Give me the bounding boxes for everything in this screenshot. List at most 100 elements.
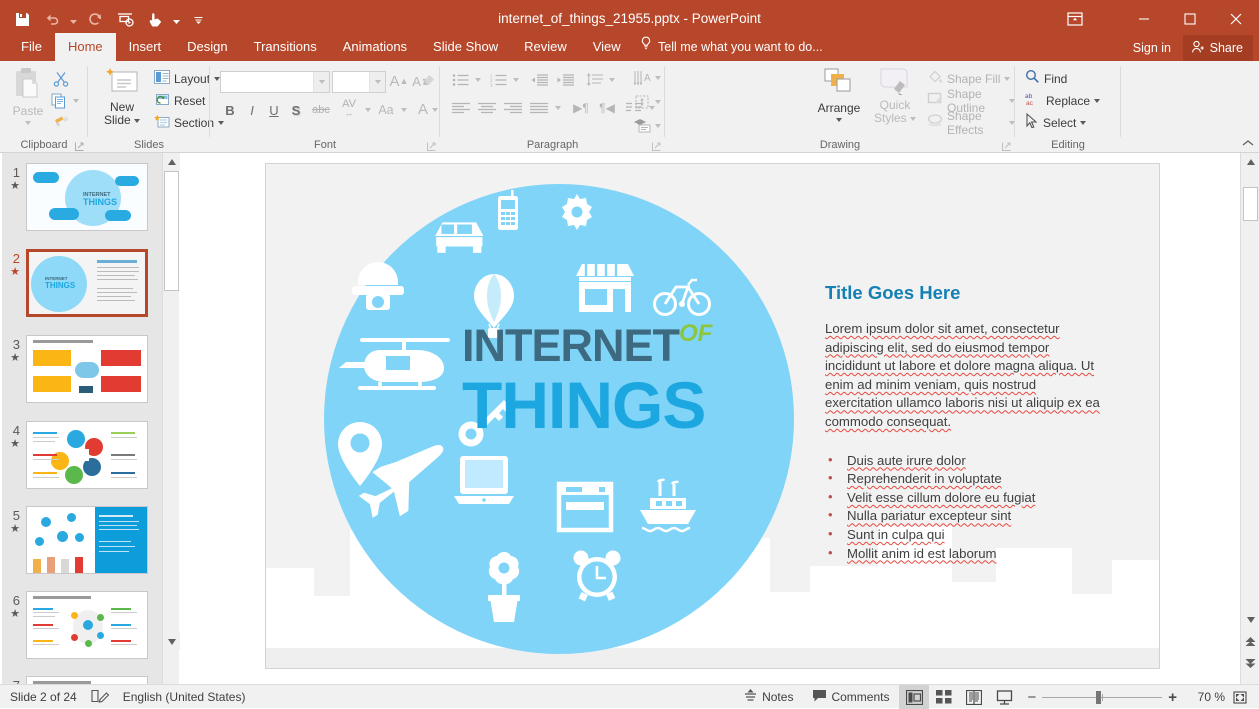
touch-mode-dropdown-icon[interactable] [171, 5, 182, 33]
normal-view-button[interactable] [899, 685, 929, 709]
text-direction-dropdown-icon[interactable] [652, 67, 664, 89]
reset-button[interactable]: Reset [154, 90, 205, 112]
drawing-dialog-launcher[interactable] [1001, 139, 1012, 150]
bullets-icon[interactable] [448, 69, 472, 91]
clipboard-dialog-launcher[interactable] [74, 139, 85, 150]
thumbpane-scroll-down-icon[interactable] [163, 633, 180, 650]
slide-thumbnail-pane[interactable]: 1 ★ INTERNET THINGS 2 ★ [2, 153, 162, 684]
arrange-dropdown-icon[interactable] [836, 118, 842, 122]
slide-vertical-scrollbar[interactable] [1240, 153, 1259, 684]
language-indicator[interactable]: English (United States) [123, 690, 246, 704]
bullet-item[interactable]: Mollit anim id est laborum [825, 545, 1105, 564]
spellcheck-icon[interactable] [91, 689, 109, 706]
tab-transitions[interactable]: Transitions [241, 33, 330, 61]
find-button[interactable]: Find [1025, 68, 1067, 90]
format-painter-icon[interactable] [48, 112, 74, 134]
tab-review[interactable]: Review [511, 33, 580, 61]
arrange-button[interactable]: Arrange [811, 67, 867, 122]
tab-file[interactable]: File [8, 33, 55, 61]
character-spacing-dropdown-icon[interactable] [362, 99, 374, 121]
bullet-item[interactable]: Duis aute irure dolor [825, 452, 1105, 471]
fit-to-window-button[interactable] [1225, 685, 1255, 709]
slide-text-placeholder[interactable]: Title Goes Here Lorem ipsum dolor sit am… [825, 282, 1105, 563]
strikethrough-button[interactable]: abc [308, 99, 334, 121]
bullet-item[interactable]: Reprehenderit in voluptate [825, 470, 1105, 489]
tab-home[interactable]: Home [55, 33, 116, 61]
font-size-dropdown-icon[interactable] [369, 72, 385, 92]
paste-dropdown-icon[interactable] [25, 121, 31, 125]
thumbnail-slide-4[interactable]: 4 ★ [2, 421, 162, 489]
slide-counter[interactable]: Slide 2 of 24 [10, 690, 77, 704]
zoom-slider[interactable]: − + [1019, 689, 1185, 706]
line-spacing-icon[interactable] [582, 69, 606, 91]
new-slide-button[interactable]: New Slide [96, 67, 148, 127]
increase-indent-icon[interactable] [552, 69, 578, 91]
bullet-item[interactable]: Nulla pariatur excepteur sint [825, 507, 1105, 526]
slide-body-text[interactable]: Lorem ipsum dolor sit amet, consectetur … [825, 320, 1105, 432]
bullet-item[interactable]: Velit esse cillum dolore eu fugiat [825, 489, 1105, 508]
replace-button[interactable]: abac Replace [1025, 90, 1100, 112]
paragraph-dialog-launcher[interactable] [651, 139, 662, 150]
decrease-indent-icon[interactable] [526, 69, 552, 91]
bullet-item[interactable]: Sunt in culpa qui [825, 526, 1105, 545]
replace-dropdown-icon[interactable] [1094, 99, 1100, 103]
italic-button[interactable]: I [242, 99, 262, 121]
numbering-icon[interactable]: 123 [486, 69, 510, 91]
zoom-knob[interactable] [1096, 691, 1101, 704]
redo-icon[interactable] [81, 5, 109, 33]
notes-button[interactable]: Notes [734, 685, 803, 709]
align-text-dropdown-icon[interactable] [652, 91, 664, 113]
thumbpane-scroll-thumb[interactable] [164, 171, 179, 291]
share-button[interactable]: Share [1183, 35, 1253, 61]
copy-dropdown-icon[interactable] [70, 90, 82, 112]
ribbon-display-options-icon[interactable] [1057, 4, 1093, 34]
scroll-up-icon[interactable] [1241, 153, 1259, 170]
tab-slide-show[interactable]: Slide Show [420, 33, 511, 61]
shape-effects-button[interactable]: Shape Effects [927, 112, 1015, 134]
bullets-dropdown-icon[interactable] [472, 69, 484, 91]
align-left-icon[interactable] [448, 97, 474, 119]
slide-title-text[interactable]: Title Goes Here [825, 282, 1105, 304]
clear-formatting-icon[interactable] [418, 69, 438, 93]
select-button[interactable]: Select [1025, 112, 1086, 134]
close-icon[interactable] [1213, 4, 1259, 34]
tab-insert[interactable]: Insert [116, 33, 175, 61]
current-slide[interactable]: INTERNETOF THINGS Title Goes Here Lorem … [265, 163, 1160, 669]
reading-view-button[interactable] [959, 685, 989, 709]
restore-icon[interactable] [1167, 4, 1213, 34]
tab-view[interactable]: View [580, 33, 634, 61]
collapse-ribbon-icon[interactable] [1241, 136, 1255, 150]
thumbnail-pane-scrollbar[interactable] [162, 153, 179, 684]
justify-dropdown-icon[interactable] [552, 97, 564, 119]
numbering-dropdown-icon[interactable] [510, 69, 522, 91]
tab-animations[interactable]: Animations [330, 33, 420, 61]
change-case-button[interactable]: Aa [374, 99, 398, 121]
sign-in-button[interactable]: Sign in [1133, 37, 1171, 59]
customize-quick-access-toolbar-icon[interactable] [184, 5, 212, 33]
slide-bullet-list[interactable]: Duis aute irure dolor Reprehenderit in v… [825, 452, 1105, 564]
slide-sorter-view-button[interactable] [929, 685, 959, 709]
undo-dropdown-icon[interactable] [68, 5, 79, 33]
tab-design[interactable]: Design [174, 33, 240, 61]
justify-icon[interactable] [526, 97, 552, 119]
font-dialog-launcher[interactable] [426, 139, 437, 150]
slideshow-icon[interactable] [111, 5, 139, 33]
previous-slide-icon[interactable] [1241, 633, 1259, 650]
change-case-dropdown-icon[interactable] [398, 99, 410, 121]
font-name-combo[interactable] [220, 71, 330, 93]
thumbnail-slide-3[interactable]: 3 ★ [2, 335, 162, 403]
text-shadow-button[interactable]: S [286, 99, 306, 121]
tell-me-box[interactable]: Tell me what you want to do... [640, 33, 823, 61]
cut-icon[interactable] [48, 68, 74, 90]
zoom-out-button[interactable]: − [1027, 689, 1036, 706]
font-name-input[interactable] [221, 72, 313, 92]
shape-fill-dropdown-icon[interactable] [1004, 77, 1010, 81]
next-slide-icon[interactable] [1241, 655, 1259, 672]
thumbnail-slide-1[interactable]: 1 ★ INTERNET THINGS [2, 163, 162, 231]
thumbnail-slide-7[interactable]: 7 [2, 676, 162, 684]
zoom-in-button[interactable]: + [1168, 689, 1177, 706]
touch-mode-icon[interactable] [141, 5, 169, 33]
scroll-down-icon[interactable] [1241, 611, 1259, 628]
rtl-text-direction-icon[interactable]: ¶◀ [594, 97, 620, 119]
minimize-icon[interactable] [1121, 4, 1167, 34]
